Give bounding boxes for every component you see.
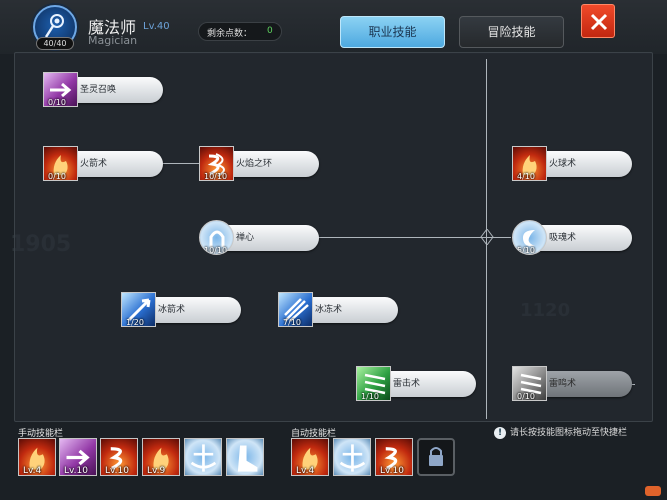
freeze-icon[interactable]: 7/10 [278, 292, 313, 327]
skill-level: 0/10 [48, 172, 66, 181]
meditation-icon[interactable]: 10/10 [199, 220, 234, 255]
skill-level: 1/10 [361, 392, 379, 401]
character-level-badge: 40/40 [36, 37, 74, 50]
skill-fireball[interactable]: 火球术 4/10 [512, 146, 634, 181]
soul-drain-icon[interactable]: 5/10 [512, 220, 547, 255]
staff-icon [44, 14, 64, 38]
slot-level: Lv.10 [64, 466, 88, 476]
holy-summon-icon[interactable]: 0/10 [43, 72, 78, 107]
auto-slot-1[interactable]: Lv.4 [291, 438, 329, 476]
boot-icon [237, 445, 258, 472]
branch-node-icon [480, 229, 494, 245]
thunder-roar-icon[interactable]: 0/10 [512, 366, 547, 401]
slot-level: Lv.4 [23, 466, 42, 476]
auto-slot-3[interactable]: Lv.10 [375, 438, 413, 476]
close-button[interactable] [581, 4, 615, 38]
hint-text: 请长按技能图标拖动至快捷栏 [510, 428, 628, 438]
ice-arrow-icon[interactable]: 1/20 [121, 292, 156, 327]
skill-level: 0/10 [517, 392, 535, 401]
shield-cross-icon [190, 444, 217, 472]
skill-level: 10/10 [204, 246, 228, 255]
tab-adventure-skills[interactable]: 冒险技能 [459, 16, 564, 48]
connector-line [291, 237, 511, 238]
slot-level: Lv.10 [380, 466, 404, 476]
manual-slot-4[interactable]: Lv.9 [142, 438, 180, 476]
skill-tree-panel: 圣灵召唤 0/10 火箭术 0/10 火焰之环 10/10 火球术 4/10 禅… [14, 52, 653, 422]
manual-slot-2[interactable]: Lv.10 [59, 438, 97, 476]
auto-slot-locked[interactable] [417, 438, 455, 476]
points-value: 0 [267, 26, 273, 36]
skill-level: 7/10 [283, 318, 301, 327]
skill-level: 0/10 [48, 98, 66, 107]
skill-thunder[interactable]: 雷击术 1/10 [356, 366, 478, 401]
skill-holy-summon[interactable]: 圣灵召唤 0/10 [43, 72, 165, 107]
corner-logo-icon [645, 486, 661, 496]
skill-ice-arrow[interactable]: 冰箭术 1/20 [121, 292, 243, 327]
manual-slot-5[interactable] [184, 438, 222, 476]
manual-slot-3[interactable]: Lv.10 [100, 438, 138, 476]
slot-level: Lv.10 [105, 466, 129, 476]
close-icon [590, 13, 608, 31]
drag-hint: ! 请长按技能图标拖动至快捷栏 [494, 425, 627, 439]
skill-soul-drain[interactable]: 吸魂术 5/10 [512, 220, 634, 255]
tab-job-skills[interactable]: 职业技能 [340, 16, 445, 48]
class-level: Lv.40 [143, 21, 170, 32]
slot-level: Lv.9 [147, 466, 166, 476]
skill-thunder-roar[interactable]: 雷鸣术 0/10 [512, 366, 634, 401]
skill-window: 1905 1120 40/40 魔法师 Lv.40 Magician 剩余点数：… [0, 0, 667, 500]
fireball-icon[interactable]: 4/10 [512, 146, 547, 181]
skill-level: 5/10 [517, 246, 535, 255]
points-label: 剩余点数： [207, 29, 253, 39]
skill-fire-arrow[interactable]: 火箭术 0/10 [43, 146, 165, 181]
info-icon: ! [494, 427, 506, 439]
slot-level: Lv.4 [296, 466, 315, 476]
manual-slot-6[interactable] [226, 438, 264, 476]
manual-slot-1[interactable]: Lv.4 [18, 438, 56, 476]
remaining-points: 剩余点数： 0 [198, 22, 282, 41]
skill-meditation[interactable]: 禅心 10/10 [199, 220, 321, 255]
header: 40/40 魔法师 Lv.40 Magician 剩余点数： 0 职业技能 冒险… [0, 0, 667, 54]
skill-level: 10/10 [204, 172, 228, 181]
class-name-english: Magician [88, 34, 138, 47]
auto-slot-2[interactable] [333, 438, 371, 476]
thunder-icon[interactable]: 1/10 [356, 366, 391, 401]
fire-arrow-icon[interactable]: 0/10 [43, 146, 78, 181]
skill-level: 4/10 [517, 172, 535, 181]
skill-level: 1/20 [126, 318, 144, 327]
skill-freeze[interactable]: 冰冻术 7/10 [278, 292, 400, 327]
skill-flame-ring[interactable]: 火焰之环 10/10 [199, 146, 321, 181]
flame-ring-icon[interactable]: 10/10 [199, 146, 234, 181]
lock-icon [429, 447, 443, 466]
shield-cross-icon [339, 444, 366, 472]
